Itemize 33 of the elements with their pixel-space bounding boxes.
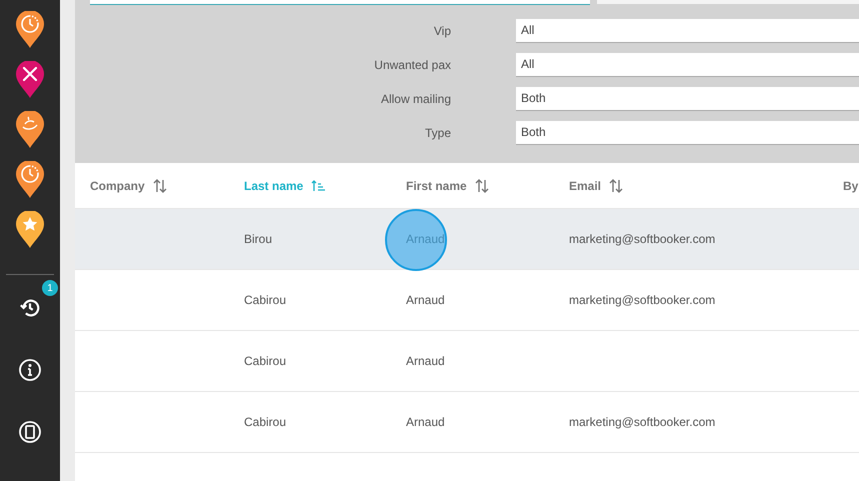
filter-select[interactable]: All bbox=[516, 52, 859, 76]
table-cell-text: Arnaud bbox=[406, 415, 446, 429]
table-cell-text: Cabirou bbox=[244, 354, 288, 368]
filter-label: Unwanted pax bbox=[373, 58, 451, 72]
table-cell-text: Cabirou bbox=[244, 293, 288, 307]
clock-pin-icon[interactable] bbox=[16, 11, 44, 48]
clock-pin-icon[interactable] bbox=[16, 161, 44, 198]
filter-label: Vip bbox=[432, 24, 451, 38]
dish-pin-icon[interactable] bbox=[16, 111, 44, 148]
star-pin-icon[interactable] bbox=[16, 211, 44, 248]
sort-icon[interactable] bbox=[152, 178, 167, 192]
filter-select[interactable]: All bbox=[516, 18, 859, 42]
column-header[interactable]: First name bbox=[406, 178, 467, 192]
table-cell-text: Arnaud bbox=[406, 293, 446, 307]
filter-label: Allow mailing bbox=[380, 92, 451, 106]
table-cell-text: Arnaud bbox=[406, 354, 446, 368]
cutlery-pin-icon[interactable] bbox=[16, 61, 44, 98]
table-cell-text: Birou bbox=[244, 232, 274, 246]
info-button[interactable] bbox=[17, 357, 43, 383]
column-header[interactable]: By bbox=[843, 178, 858, 192]
filter-select[interactable]: Both bbox=[516, 86, 859, 110]
filter-label: Type bbox=[424, 126, 451, 140]
table-cell-text: Cabirou bbox=[244, 415, 288, 429]
filter-select[interactable]: Both bbox=[516, 120, 859, 144]
table-cell-text: marketing@softbooker.com bbox=[569, 415, 716, 429]
device-button[interactable] bbox=[17, 419, 43, 445]
notification-badge: 1 bbox=[42, 280, 58, 296]
table-cell-text: marketing@softbooker.com bbox=[569, 293, 716, 307]
sort-icon[interactable] bbox=[609, 178, 624, 192]
column-header[interactable]: Email bbox=[569, 178, 602, 192]
column-header[interactable]: Company bbox=[90, 178, 145, 192]
table-cell-text: marketing@softbooker.com bbox=[569, 232, 716, 246]
sort-icon[interactable] bbox=[474, 178, 489, 192]
